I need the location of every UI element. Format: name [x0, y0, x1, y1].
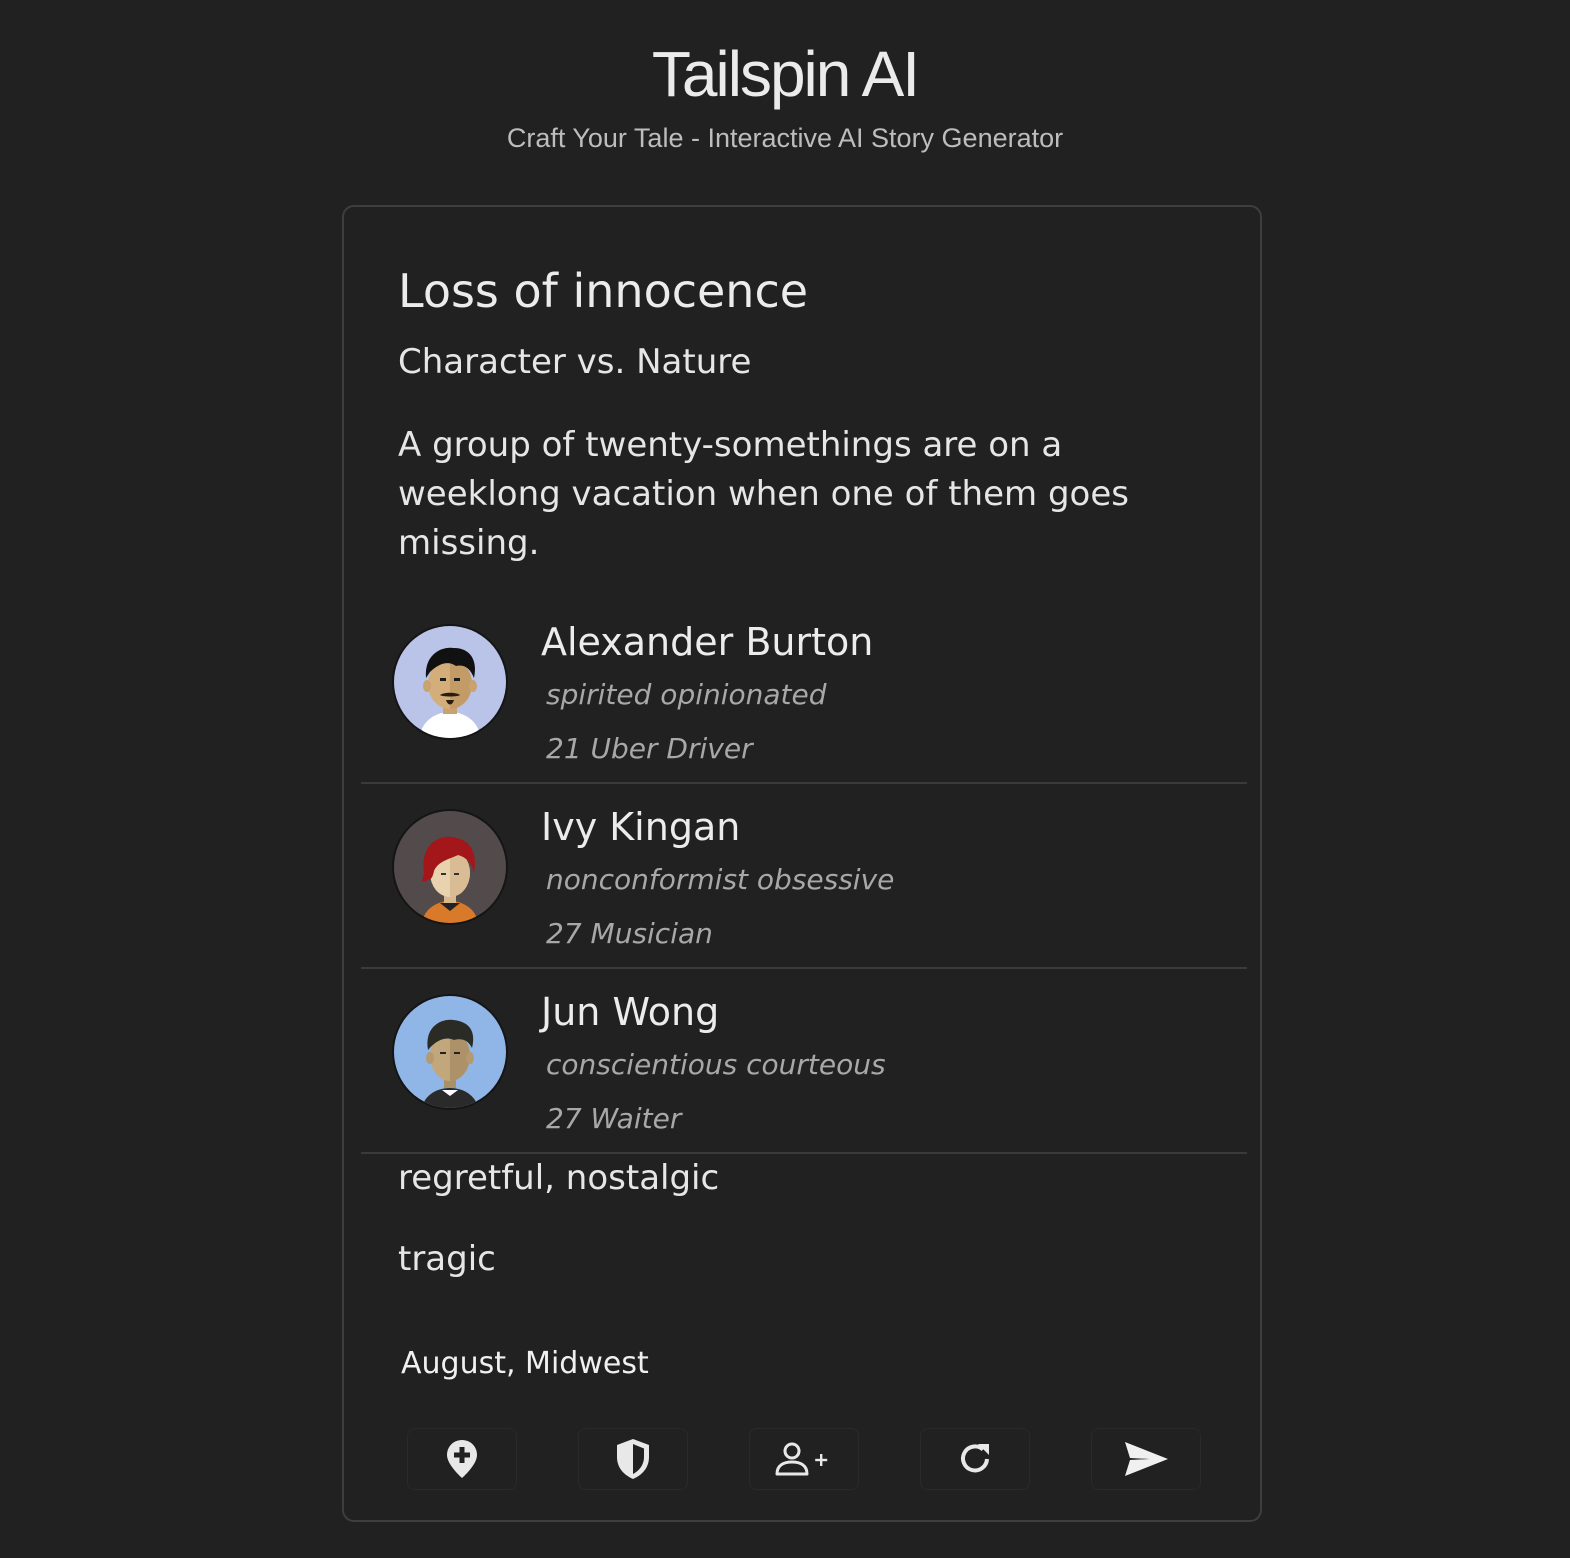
character-avatar — [394, 996, 506, 1108]
app-subtitle: Craft Your Tale - Interactive AI Story G… — [506, 123, 1064, 153]
character-traits: spirited opinionated — [546, 678, 827, 711]
character-age-occupation: 27 Musician — [546, 917, 713, 950]
character-traits: nonconformist obsessive — [546, 863, 895, 896]
character-list: Alexander Burton spirited opinionated 21… — [361, 599, 1247, 1154]
character-avatar — [394, 626, 506, 738]
story-card: Loss of innocence Character vs. Nature A… — [342, 205, 1262, 1522]
action-bar — [407, 1428, 1201, 1490]
character-row[interactable]: Jun Wong conscientious courteous 27 Wait… — [361, 969, 1247, 1154]
character-avatar — [394, 811, 506, 923]
man-avatar-icon — [394, 626, 506, 738]
shield-icon — [617, 1439, 649, 1479]
story-premise: A group of twenty-somethings are on a we… — [398, 425, 1129, 563]
character-name: Jun Wong — [541, 990, 720, 1034]
character-age-occupation: 27 Waiter — [546, 1102, 682, 1135]
character-row[interactable]: Ivy Kingan nonconformist obsessive 27 Mu… — [361, 784, 1247, 969]
app-title: Tailspin AI — [651, 38, 920, 110]
add-location-icon — [447, 1440, 477, 1478]
story-conflict: Character vs. Nature — [398, 342, 752, 382]
character-name: Alexander Burton — [541, 620, 874, 664]
character-name: Ivy Kingan — [541, 805, 741, 849]
add-character-button[interactable] — [749, 1428, 859, 1490]
send-button[interactable] — [1091, 1428, 1201, 1490]
story-setting: August, Midwest — [401, 1346, 649, 1381]
regenerate-button[interactable] — [920, 1428, 1030, 1490]
story-mood: regretful, nostalgic — [398, 1158, 720, 1198]
story-title: Loss of innocence — [398, 264, 809, 318]
shield-button[interactable] — [578, 1428, 688, 1490]
man-avatar-icon — [394, 996, 506, 1108]
refresh-icon — [961, 1444, 989, 1473]
character-row[interactable]: Alexander Burton spirited opinionated 21… — [361, 599, 1247, 784]
woman-avatar-icon — [394, 811, 506, 923]
add-person-icon — [775, 1442, 828, 1476]
character-age-occupation: 21 Uber Driver — [546, 732, 753, 765]
add-location-button[interactable] — [407, 1428, 517, 1490]
send-icon — [1125, 1442, 1168, 1476]
story-genre: tragic — [398, 1239, 496, 1279]
character-traits: conscientious courteous — [546, 1048, 886, 1081]
